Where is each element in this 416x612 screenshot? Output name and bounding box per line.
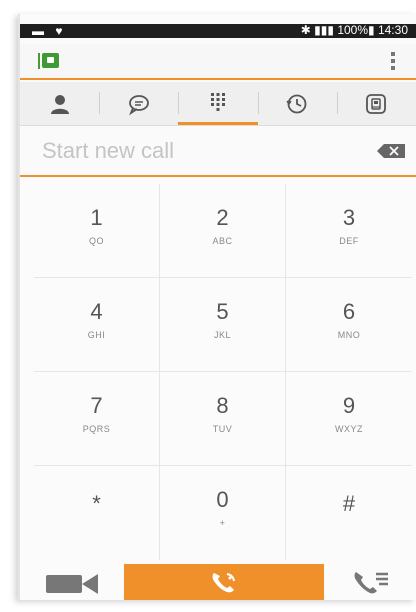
key-digit: 2 (216, 205, 229, 230)
status-bar: ▬ ♥ ✱ ▮▮▮ 100%▮ 14:30 (20, 23, 416, 38)
key-digit: 9 (342, 393, 356, 418)
backspace-icon[interactable] (376, 143, 406, 159)
tab-voicemail[interactable] (336, 82, 416, 125)
contacts-icon (50, 94, 69, 114)
key-letters: TUV (212, 424, 233, 434)
key-digit: 4 (90, 299, 103, 324)
key-letters: GHI (87, 330, 106, 340)
key-5[interactable]: 5 JKL (160, 278, 286, 372)
phone-screen: ▬ ♥ ✱ ▮▮▮ 100%▮ 14:30 Start new call 1 Q… (18, 14, 416, 600)
voicemail-icon (366, 93, 387, 114)
key-digit: 5 (216, 299, 229, 324)
tab-history[interactable] (257, 82, 337, 125)
key-star[interactable]: * (34, 466, 160, 560)
key-letters: QO (88, 236, 104, 246)
key-7[interactable]: 7 PQRS (34, 372, 160, 466)
history-icon (286, 94, 307, 113)
tab-bar (20, 82, 416, 126)
key-digit: 6 (342, 299, 356, 324)
key-digit: 1 (90, 205, 103, 230)
tab-chat[interactable] (99, 82, 178, 125)
call-button[interactable] (124, 564, 324, 600)
app-logo-icon (38, 53, 59, 69)
key-hash[interactable]: # (286, 466, 412, 560)
key-letters: + (219, 518, 226, 528)
tab-contacts[interactable] (20, 82, 99, 125)
key-letters: PQRS (82, 424, 111, 434)
key-digit: * (92, 491, 101, 516)
app-bar (20, 44, 416, 80)
bottom-action-bar (20, 564, 416, 600)
key-digit: 0 (216, 487, 229, 512)
chat-icon (128, 94, 149, 115)
key-4[interactable]: 4 GHI (34, 278, 160, 372)
key-letters: DEF (339, 236, 359, 246)
status-right-text: ✱ ▮▮▮ 100%▮ 14:30 (300, 23, 408, 37)
key-2[interactable]: 2 ABC (160, 184, 286, 278)
phone-call-icon (212, 573, 235, 593)
key-0[interactable]: 0 + (160, 466, 286, 560)
key-digit: 8 (216, 393, 229, 418)
key-letters: ABC (212, 236, 233, 246)
tab-dialpad[interactable] (178, 82, 258, 125)
key-digit: 3 (342, 205, 356, 230)
key-8[interactable]: 8 TUV (160, 372, 286, 466)
key-letters: JKL (213, 330, 231, 340)
key-digit: 7 (90, 393, 103, 418)
overflow-menu-icon[interactable] (390, 52, 396, 72)
key-letters: MNO (337, 330, 361, 340)
key-1[interactable]: 1 QO (34, 184, 160, 278)
call-transfer-icon[interactable] (352, 568, 392, 598)
dialpad-icon (211, 93, 225, 111)
key-6[interactable]: 6 MNO (286, 278, 412, 372)
video-call-icon[interactable] (44, 570, 102, 596)
key-9[interactable]: 9 WXYZ (286, 372, 412, 466)
dial-keypad: 1 QO 2 ABC 3 DEF 4 GHI 5 JKL 6 MNO 7 PQR… (34, 184, 412, 560)
key-letters: WXYZ (335, 424, 363, 434)
dial-number-input[interactable] (42, 135, 342, 167)
status-left-icons: ▬ ♥ (32, 24, 67, 38)
key-digit: # (342, 491, 356, 516)
key-3[interactable]: 3 DEF (286, 184, 412, 278)
dial-input-row (20, 127, 416, 177)
